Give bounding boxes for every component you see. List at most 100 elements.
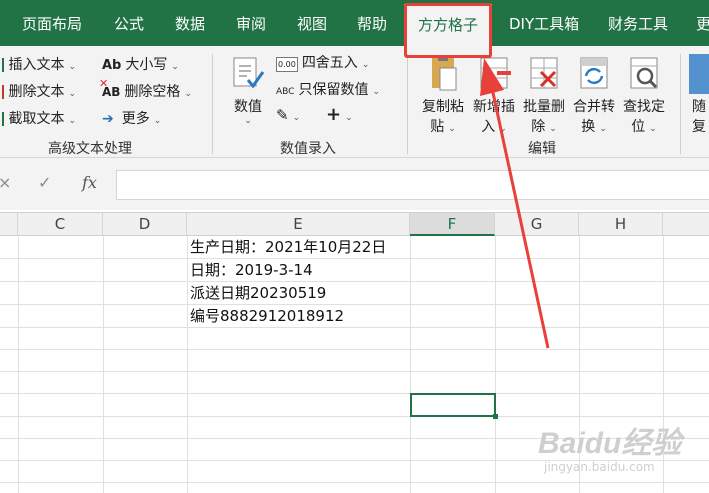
delete-space-icon: ✕ AB [99, 77, 121, 99]
tab-review[interactable]: 审阅 [236, 0, 266, 46]
grid-line [0, 258, 709, 259]
new-insert-button[interactable]: 新增插 入 ⌄ [470, 50, 518, 135]
formula-input[interactable] [116, 170, 709, 200]
chevron-down-icon: ⌄ [68, 89, 76, 99]
column-header-g[interactable]: G [495, 213, 579, 236]
cell-e1[interactable]: 生产日期：2021年10月22日 [190, 236, 386, 258]
grid-line [18, 236, 19, 493]
plus-icon: + [326, 104, 342, 125]
tab-more[interactable]: 更 [696, 0, 709, 46]
tab-data[interactable]: 数据 [175, 0, 205, 46]
grid-line [410, 236, 411, 493]
column-header-f[interactable]: F [410, 213, 495, 236]
random-button[interactable]: 随 复 [689, 50, 709, 135]
extract-text-icon [0, 112, 4, 126]
grid-line [495, 236, 496, 493]
excel-window: 页面布局 公式 数据 审阅 视图 帮助 方方格子 DIY工具箱 财务工具 更 插… [0, 0, 709, 493]
chevron-down-icon: ⌄ [345, 113, 353, 123]
chevron-down-icon: ⌄ [599, 124, 607, 134]
grid-line [187, 236, 188, 493]
grid-line [0, 304, 709, 305]
value-button[interactable]: 数值 ⌄ [226, 50, 270, 134]
random-icon [689, 54, 709, 94]
watermark-logo: Baidu经验 [538, 427, 682, 460]
grid-line [0, 349, 709, 350]
group-label-edit: 编辑 [528, 141, 556, 157]
grid-line [103, 236, 104, 493]
delete-text-button[interactable]: 删除文本 ⌄ [0, 81, 76, 101]
more-button[interactable]: ➔ 更多 ⌄ [102, 108, 161, 128]
chevron-down-icon: ⌄ [448, 124, 456, 134]
column-header-c[interactable]: C [18, 213, 103, 236]
delete-space-button[interactable]: ✕ AB 删除空格 ⌄ [99, 77, 192, 101]
chevron-down-icon: ⌄ [68, 116, 76, 126]
find-locate-button[interactable]: 查找定 位 ⌄ [620, 50, 668, 135]
cancel-icon[interactable]: × [0, 173, 11, 192]
tab-formulas[interactable]: 公式 [114, 0, 144, 46]
grid-line [0, 371, 709, 372]
find-locate-icon [630, 57, 658, 89]
grid-line [0, 393, 709, 394]
formula-bar: × ✓ fx [0, 158, 709, 210]
cell-e3[interactable]: 派送日期20230519 [190, 282, 326, 304]
batch-delete-button[interactable]: 批量删 除 ⌄ [520, 50, 568, 135]
chevron-down-icon: ⌄ [153, 116, 162, 126]
round-button[interactable]: 0.00 四舍五入 ⌄ [276, 52, 369, 72]
ribbon: 插入文本 ⌄ 删除文本 ⌄ 截取文本 ⌄ Ab 大小写 ⌄ ✕ AB 删除空格 ⌄ ➔ 更多 ⌄ 高… [0, 46, 709, 158]
cell-e2[interactable]: 日期：2019-3-14 [190, 259, 313, 281]
chevron-down-icon: ⌄ [499, 124, 507, 134]
grid-line [0, 281, 709, 282]
chevron-down-icon: ⌄ [68, 62, 76, 72]
tab-diy-toolbox[interactable]: DIY工具箱 [509, 0, 579, 46]
keep-numeric-icon: ABC [276, 87, 295, 97]
insert-text-button[interactable]: 插入文本 ⌄ [0, 54, 76, 74]
arrow-right-icon: ➔ [102, 111, 114, 127]
tab-help[interactable]: 帮助 [357, 0, 387, 46]
chevron-down-icon: ⌄ [171, 62, 179, 72]
column-header-blank[interactable] [0, 213, 18, 236]
merge-convert-icon [580, 57, 608, 89]
group-label-text: 高级文本处理 [48, 141, 132, 157]
tab-finance-tools[interactable]: 财务工具 [608, 0, 668, 46]
add-button[interactable]: + ⌄ [326, 104, 353, 125]
grid-line [0, 327, 709, 328]
chevron-down-icon: ⌄ [649, 124, 657, 134]
insert-row-icon [480, 57, 511, 89]
highlight-box [404, 3, 492, 58]
tab-page-layout[interactable]: 页面布局 [22, 0, 82, 46]
edit-pen-icon: ✎ [276, 106, 289, 124]
group-divider [680, 54, 681, 154]
tab-view[interactable]: 视图 [297, 0, 327, 46]
chevron-down-icon: ⌄ [292, 113, 301, 123]
column-header-h[interactable]: H [579, 213, 663, 236]
round-icon: 0.00 [276, 57, 298, 72]
insert-text-icon [0, 58, 4, 72]
group-divider [212, 54, 213, 154]
chevron-down-icon: ⌄ [361, 60, 370, 70]
case-button[interactable]: Ab 大小写 ⌄ [102, 54, 179, 74]
column-header-d[interactable]: D [103, 213, 187, 236]
value-icon [233, 57, 265, 89]
group-label-number: 数值录入 [280, 141, 336, 157]
column-header-next[interactable] [663, 213, 709, 236]
chevron-down-icon: ⌄ [244, 116, 252, 126]
merge-convert-button[interactable]: 合并转 换 ⌄ [570, 50, 618, 135]
chevron-down-icon: ⌄ [372, 87, 381, 97]
batch-delete-icon [530, 57, 558, 89]
active-cell[interactable] [410, 393, 498, 419]
baidu-watermark: Baidu经验 jingyan.baidu.com [538, 418, 706, 484]
case-icon: Ab [102, 58, 122, 73]
extract-text-button[interactable]: 截取文本 ⌄ [0, 108, 76, 128]
chevron-down-icon: ⌄ [184, 89, 192, 99]
copy-paste-button[interactable]: 复制粘 贴 ⌄ [418, 50, 468, 135]
watermark-url: jingyan.baidu.com [544, 460, 655, 474]
confirm-icon[interactable]: ✓ [38, 173, 51, 192]
fx-icon[interactable]: fx [82, 173, 97, 192]
cell-e4[interactable]: 编号8882912018912 [190, 305, 344, 327]
keep-numeric-button[interactable]: ABC 只保留数值 ⌄ [276, 79, 380, 99]
clipboard-icon [432, 55, 457, 91]
ribbon-tab-bar: 页面布局 公式 数据 审阅 视图 帮助 方方格子 DIY工具箱 财务工具 更 [0, 0, 709, 46]
column-header-e[interactable]: E [187, 213, 410, 236]
delete-text-icon [0, 85, 4, 99]
edit-pen-button[interactable]: ✎ ⌄ [276, 106, 300, 124]
